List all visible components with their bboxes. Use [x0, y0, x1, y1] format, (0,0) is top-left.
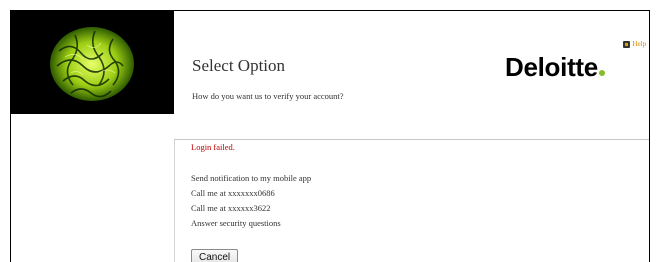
brand-name: Deloitte: [505, 52, 598, 82]
help-icon: [623, 40, 631, 48]
header: Help Select Option How do you want us to…: [174, 11, 649, 140]
brand-logo: Deloitte: [505, 52, 605, 83]
brand-dot-icon: [598, 70, 605, 76]
help-link[interactable]: Help: [623, 40, 646, 48]
cancel-button[interactable]: Cancel: [191, 249, 239, 262]
option-mobile-app-notification[interactable]: Send notification to my mobile app: [191, 171, 311, 186]
verification-options: Send notification to my mobile app Call …: [191, 171, 311, 231]
company-logo-image: [11, 11, 174, 114]
help-label: Help: [632, 40, 646, 48]
login-window: Help Select Option How do you want us to…: [10, 10, 650, 262]
left-panel: [11, 11, 175, 262]
error-message: Login failed.: [191, 142, 235, 152]
page-subtitle: How do you want us to verify your accoun…: [192, 91, 344, 101]
option-call-phone-3622[interactable]: Call me at xxxxxx3622: [191, 201, 311, 216]
page-title: Select Option: [192, 56, 286, 75]
option-call-phone-0686[interactable]: Call me at xxxxxxx0686: [191, 186, 311, 201]
option-security-questions[interactable]: Answer security questions: [191, 216, 311, 231]
